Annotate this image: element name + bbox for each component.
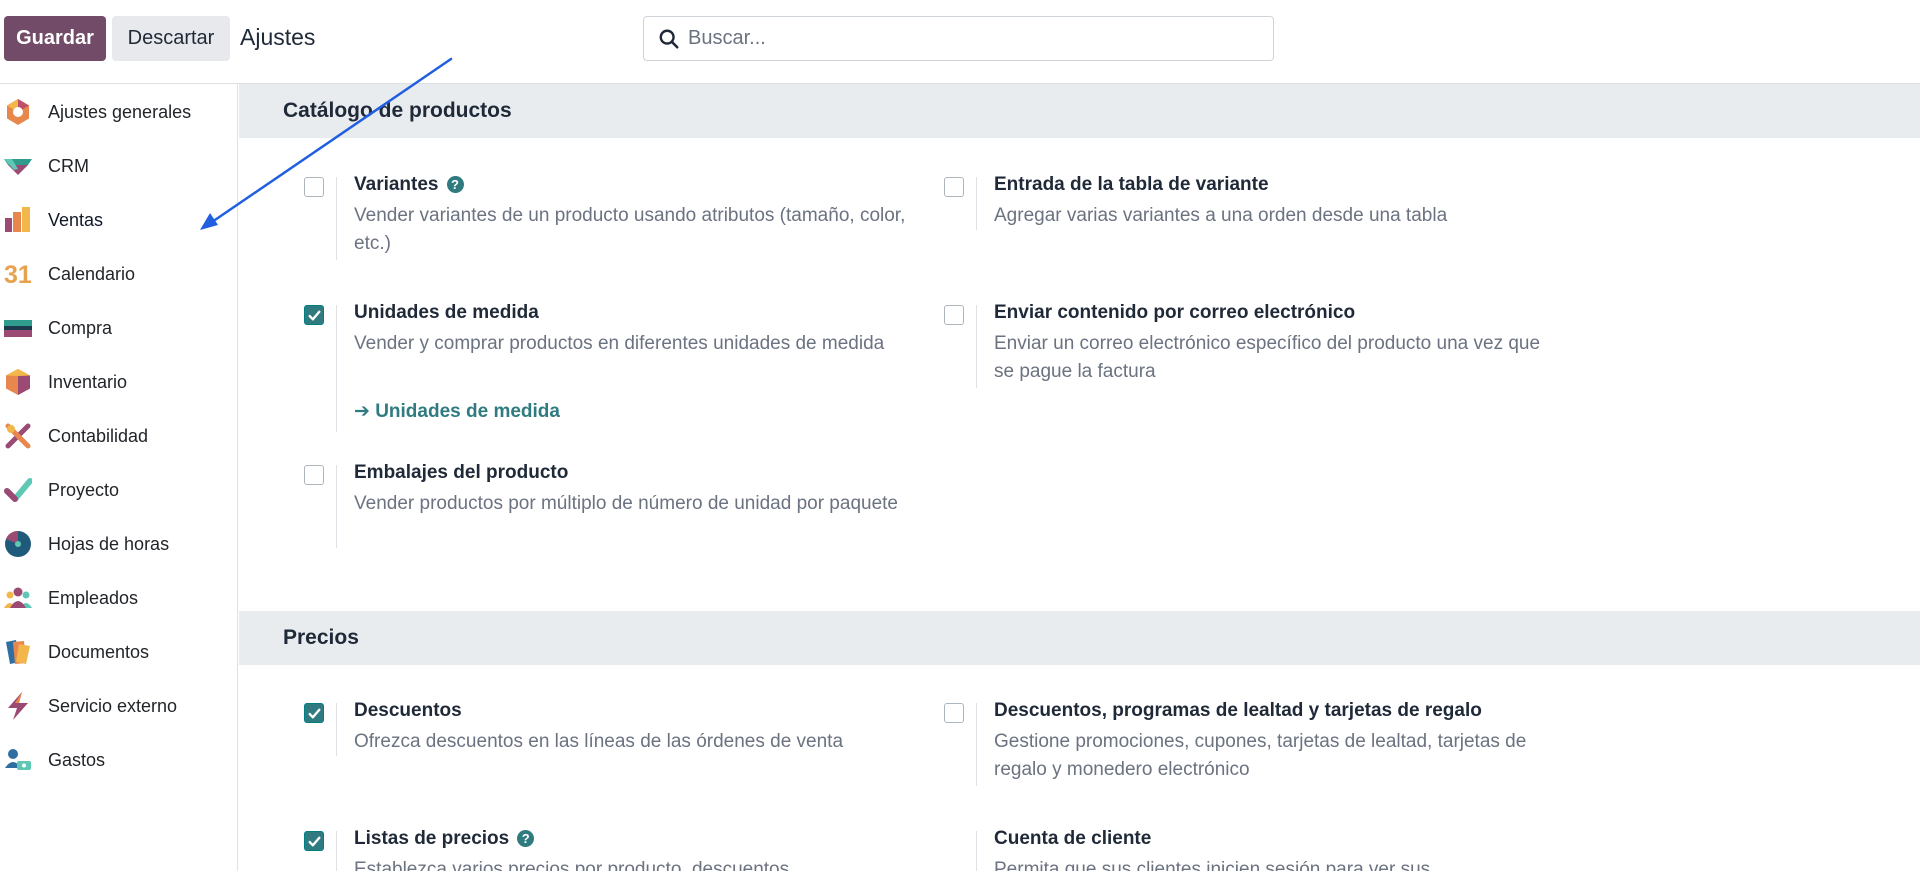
- variantes-checkbox[interactable]: [304, 177, 324, 197]
- calendario-icon: 31: [4, 261, 32, 288]
- discard-button[interactable]: Descartar: [112, 16, 230, 61]
- correo-checkbox[interactable]: [944, 305, 964, 325]
- help-icon[interactable]: ?: [446, 176, 464, 193]
- sidebar-item-ventas[interactable]: Ventas: [0, 193, 237, 247]
- divider: [976, 177, 977, 230]
- divider: [336, 831, 337, 871]
- search-box[interactable]: [643, 16, 1274, 61]
- sidebar-item-proyecto[interactable]: Proyecto: [0, 463, 237, 517]
- check-icon: [308, 836, 321, 847]
- sidebar-item-label: Calendario: [48, 263, 136, 284]
- page-title: Ajustes: [240, 24, 316, 50]
- sidebar-item-label: Empleados: [48, 587, 139, 608]
- setting-description: Vender variantes de un producto usando a…: [354, 205, 906, 254]
- sidebar-item-contabilidad[interactable]: Contabilidad: [0, 409, 237, 463]
- svg-text:31: 31: [4, 261, 32, 288]
- check-icon: [308, 310, 321, 321]
- sidebar-item-inventario[interactable]: Inventario: [0, 355, 237, 409]
- setting-description: Vender productos por múltiplo de número …: [354, 493, 898, 514]
- descuentos-checkbox[interactable]: [304, 703, 324, 723]
- setting-title: Entrada de la tabla de variante: [994, 174, 1269, 195]
- setting-title: Descuentos, programas de lealtad y tarje…: [994, 700, 1482, 721]
- proyecto-icon: [4, 478, 32, 502]
- sidebar-item-empleados[interactable]: Empleados: [0, 571, 237, 625]
- search-input[interactable]: [688, 17, 1258, 60]
- setting-title: Variantes?: [354, 174, 464, 196]
- check-icon: [308, 708, 321, 719]
- setting-description: Agregar varias variantes a una orden des…: [994, 205, 1448, 226]
- divider: [336, 177, 337, 260]
- sidebar-item-label: Servicio externo: [48, 695, 178, 716]
- divider: [976, 305, 977, 388]
- crm-icon: [4, 159, 32, 175]
- sidebar-item-label: Ajustes generales: [48, 101, 192, 122]
- sidebar-item-servicio-externo[interactable]: Servicio externo: [0, 679, 237, 733]
- divider: [976, 831, 977, 871]
- setting-title: Descuentos: [354, 700, 462, 721]
- unidades-de-medida-link[interactable]: ➔ Unidades de medida: [354, 400, 560, 423]
- sidebar-item-label: Gastos: [48, 749, 106, 770]
- arrow-right-icon: ➔: [354, 401, 376, 422]
- lealtad-checkbox[interactable]: [944, 703, 964, 723]
- listas-checkbox[interactable]: [304, 831, 324, 851]
- sidebar-item-compra[interactable]: Compra: [0, 301, 237, 355]
- tabla-variante-checkbox[interactable]: [944, 177, 964, 197]
- documentos-icon: [6, 640, 30, 664]
- section-title: Precios: [283, 626, 359, 649]
- sidebar-item-label: Inventario: [48, 371, 128, 392]
- setting-description: Gestione promociones, cupones, tarjetas …: [994, 731, 1527, 780]
- gastos-icon: [5, 749, 31, 770]
- sidebar-item-label: Ventas: [48, 209, 104, 230]
- setting-title: Listas de precios?: [354, 828, 535, 850]
- section-header-precios: Precios: [239, 611, 1920, 665]
- setting-title: Enviar contenido por correo electrónico: [994, 302, 1356, 323]
- divider: [336, 703, 337, 756]
- ventas-icon: [5, 207, 30, 232]
- settings-sidebar: Ajustes generales CRM Ventas 31 Calendar…: [0, 84, 238, 871]
- setting-description: Ofrezca descuentos en las líneas de las …: [354, 731, 844, 752]
- sidebar-item-label: Documentos: [48, 641, 150, 662]
- sidebar-item-ajustes-generales[interactable]: Ajustes generales: [0, 85, 237, 139]
- setting-description: Vender y comprar productos en diferentes…: [354, 333, 885, 354]
- servicio-externo-icon: [8, 692, 28, 720]
- compra-icon: [4, 320, 32, 337]
- sidebar-item-label: CRM: [48, 155, 89, 176]
- sidebar-item-label: Proyecto: [48, 479, 120, 500]
- setting-title: Embalajes del producto: [354, 462, 569, 483]
- divider: [336, 465, 337, 548]
- inventario-icon: [6, 369, 30, 395]
- setting-description: Permita que sus clientes inicien sesión …: [994, 859, 1431, 871]
- sidebar-item-calendario[interactable]: 31 Calendario: [0, 247, 237, 301]
- sidebar-item-label: Contabilidad: [48, 425, 149, 446]
- setting-title: Unidades de medida: [354, 302, 539, 323]
- sidebar-item-crm[interactable]: CRM: [0, 139, 237, 193]
- control-panel: Guardar Descartar Ajustes: [0, 0, 1920, 84]
- section-title: Catálogo de productos: [283, 99, 512, 122]
- hojas-de-horas-icon: [5, 531, 31, 557]
- settings-content: Catálogo de productos Variantes? Vender …: [239, 84, 1920, 871]
- search-icon: [659, 29, 679, 49]
- divider: [976, 703, 977, 786]
- ajustes-generales-icon: [7, 99, 29, 125]
- save-button[interactable]: Guardar: [4, 16, 106, 61]
- sidebar-item-gastos[interactable]: Gastos: [0, 733, 237, 787]
- setting-description: Enviar un correo electrónico específico …: [994, 333, 1541, 382]
- setting-title: Cuenta de cliente: [994, 828, 1152, 849]
- sidebar-item-documentos[interactable]: Documentos: [0, 625, 237, 679]
- section-header-catalogo: Catálogo de productos: [239, 84, 1920, 138]
- divider: [336, 305, 337, 432]
- unidades-checkbox[interactable]: [304, 305, 324, 325]
- help-icon[interactable]: ?: [517, 830, 535, 847]
- empleados-icon: [4, 587, 32, 608]
- embalajes-checkbox[interactable]: [304, 465, 324, 485]
- contabilidad-icon: [5, 423, 31, 449]
- sidebar-item-label: Compra: [48, 317, 113, 338]
- sidebar-item-label: Hojas de horas: [48, 533, 170, 554]
- sidebar-item-hojas-de-horas[interactable]: Hojas de horas: [0, 517, 237, 571]
